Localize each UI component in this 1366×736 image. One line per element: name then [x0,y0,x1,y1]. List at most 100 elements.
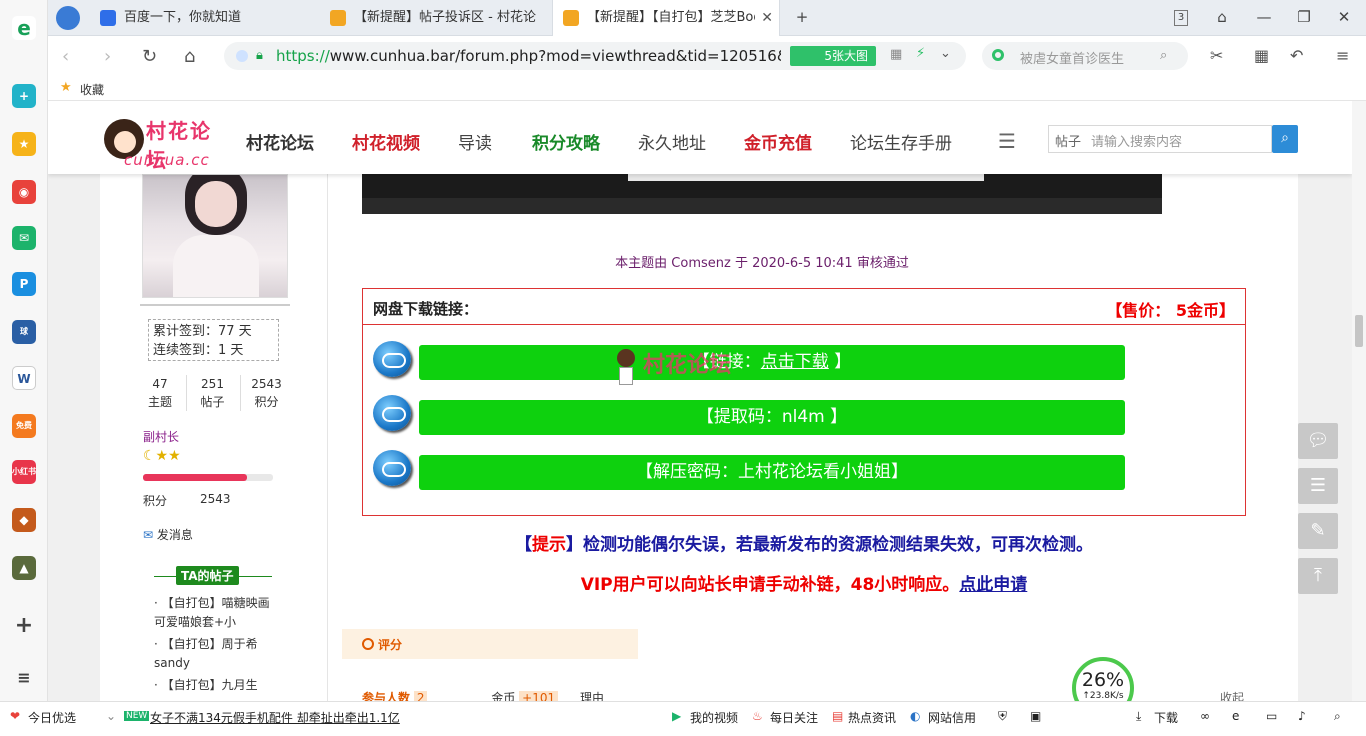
shield-icon[interactable]: ⛨ [998,709,1007,724]
author-avatar[interactable] [142,174,288,298]
forward-icon[interactable]: › [104,46,111,67]
mail-icon: ✉ [143,528,154,542]
browser-search[interactable]: 被虐女童首诊医生 ⌕ [982,42,1188,70]
list-icon[interactable]: ☰ [998,129,1016,153]
ta-posts-title: TA的帖子 [176,566,239,585]
new-tab-icon[interactable]: + [792,8,812,26]
home-icon[interactable]: ⌂ [184,46,195,67]
today-picks[interactable]: 今日优选 [28,709,76,726]
ie-icon[interactable]: e [1232,709,1239,723]
shirt-icon[interactable]: ⌂ [1212,8,1232,26]
comment-icon[interactable]: 💬︎ [1298,423,1338,459]
apply-link[interactable]: 点此申请 [959,575,1027,595]
nav-permanent-url[interactable]: 永久地址 [638,129,706,154]
downloads[interactable]: 下载 [1154,709,1178,726]
baidu-icon [100,10,116,26]
close-tab-icon[interactable]: ✕ [761,0,773,36]
my-videos[interactable]: 我的视频 [690,709,738,726]
iqiyi-icon[interactable]: P [12,272,36,296]
site-info-icon[interactable] [236,50,248,62]
restore-icon[interactable]: ❐ [1294,8,1314,26]
mail-icon[interactable]: ✉ [12,226,36,250]
extract-code-button[interactable]: 【提取码：nl4m 】 [419,400,1125,435]
unzip-password-button[interactable]: 【解压密码：上村花论坛看小姐姐】 [419,455,1125,490]
news-ticker[interactable]: 女子不满134元假手机配件 却牵扯出牵出1.1亿 [150,709,400,726]
tab-complaints[interactable]: 【新提醒】帖子投诉区 - 村花论 [320,0,548,36]
nav-video[interactable]: 村花视频 [352,129,420,154]
novel-icon[interactable]: 免费 [12,414,36,438]
send-message-link[interactable]: ✉ 发消息 [143,526,193,543]
reload-icon[interactable]: ↻ [142,46,157,67]
image-icon[interactable]: ▣ [1030,709,1041,723]
site-logo[interactable]: 村花论坛 cunhua.cc [104,115,214,172]
stat-posts[interactable]: 251 帖子 [186,375,238,411]
nav-points[interactable]: 积分攻略 [532,129,600,154]
bookmarks-label[interactable]: 收藏 [80,81,104,98]
tab-baidu[interactable]: 百度一下，你就知道 [90,0,318,36]
word-icon[interactable]: W [12,366,36,390]
medical-icon[interactable]: + [12,84,36,108]
news-icon[interactable]: 球 [12,320,36,344]
url-text[interactable]: https://www.cunhua.bar/forum.php?mod=vie… [276,47,781,65]
chevron-down-icon[interactable]: ⌄ [106,709,116,723]
pubg-icon[interactable]: ▲ [12,556,36,580]
apps-icon[interactable]: ▦ [1254,46,1269,65]
lightning-icon[interactable]: ⚡ [916,46,925,61]
search-category[interactable]: 帖子 [1055,131,1081,150]
scroll-thumb[interactable] [1355,315,1363,347]
list-icon[interactable]: ☰ [1298,468,1338,504]
site-search-input[interactable]: 请输入搜索内容 [1091,131,1182,150]
settings-menu-icon[interactable]: ≡ [1336,46,1349,65]
stat-points[interactable]: 2543 积分 [240,375,292,411]
collapse-link[interactable]: 收起 [1220,689,1244,701]
edit-icon[interactable]: ✎ [1298,513,1338,549]
zoom-icon[interactable]: ⌕ [1334,709,1341,724]
glasses-icon[interactable]: ∞ [1200,709,1210,723]
tab-thread[interactable]: 【新提醒】【自打包】芝芝Boo ✕ [552,0,780,36]
nav-recharge[interactable]: 金币充值 [744,129,812,154]
url-bar[interactable]: 🔒︎ https://www.cunhua.bar/forum.php?mod=… [224,42,966,70]
close-window-icon[interactable]: ✕ [1334,8,1354,26]
back-icon[interactable]: ‹ [62,46,69,67]
volume-icon[interactable]: ♪ [1298,709,1306,723]
watermark: 村花论坛 [643,352,732,378]
minimize-icon[interactable]: — [1254,8,1274,26]
scissors-icon[interactable]: ✂ [1210,46,1223,65]
xiaohongshu-icon[interactable]: 小红书 [12,460,36,484]
add-icon[interactable]: + [12,614,36,638]
nav-cunhua-forum[interactable]: 村花论坛 [246,129,314,154]
chevron-down-icon[interactable]: ⌄ [940,46,951,61]
undo-icon[interactable]: ↶ [1290,46,1303,65]
ta-posts-list: · 【自打包】喵糖映画可爱喵娘套+小 · 【自打包】周于希sandy · 【自打… [154,594,272,695]
search-icon[interactable]: ⌕ [1160,48,1167,63]
embedded-video[interactable] [362,174,1162,214]
download-link-button[interactable]: 【链接：点击下载 】 [419,345,1125,380]
video-controls[interactable] [362,198,1162,214]
site-credit[interactable]: 网站信用 [928,709,976,726]
list-item[interactable]: · 【自打包】喵糖映画可爱喵娘套+小 [154,594,272,632]
list-item[interactable]: · 【自打包】九月生 [154,676,272,695]
user-rank[interactable]: 副村长 [143,428,179,445]
location-icon[interactable] [56,6,80,30]
qr-icon[interactable]: ▦ [890,47,902,62]
menu-icon[interactable]: ≡ [12,666,36,690]
download-link[interactable]: 点击下载 [761,352,829,372]
star-icon[interactable]: ★ [12,132,36,156]
daily-focus[interactable]: 每日关注 [770,709,818,726]
hot-news[interactable]: 热点资讯 [848,709,896,726]
stat-threads[interactable]: 47 主题 [134,375,186,411]
browser-logo-icon[interactable]: e [12,16,36,40]
tab-count[interactable]: 3 [1174,10,1188,26]
game-icon[interactable]: ◆ [12,508,36,532]
list-item[interactable]: · 【自打包】周于希sandy [154,635,272,673]
big-image-button[interactable]: 5张大图 [790,46,876,66]
site-search[interactable]: 帖子 请输入搜索内容 ⌕ [1048,125,1298,153]
search-icon[interactable]: ⌕ [1272,125,1298,153]
nav-handbook[interactable]: 论坛生存手册 [850,129,952,154]
window-icon[interactable]: ▭ [1266,709,1277,723]
back-to-top-icon[interactable]: ⤒ [1298,558,1338,594]
nav-guide[interactable]: 导读 [458,129,492,154]
weibo-icon[interactable]: ◉ [12,180,36,204]
search-engine-icon[interactable] [992,49,1004,61]
scrollbar[interactable] [1352,101,1366,701]
